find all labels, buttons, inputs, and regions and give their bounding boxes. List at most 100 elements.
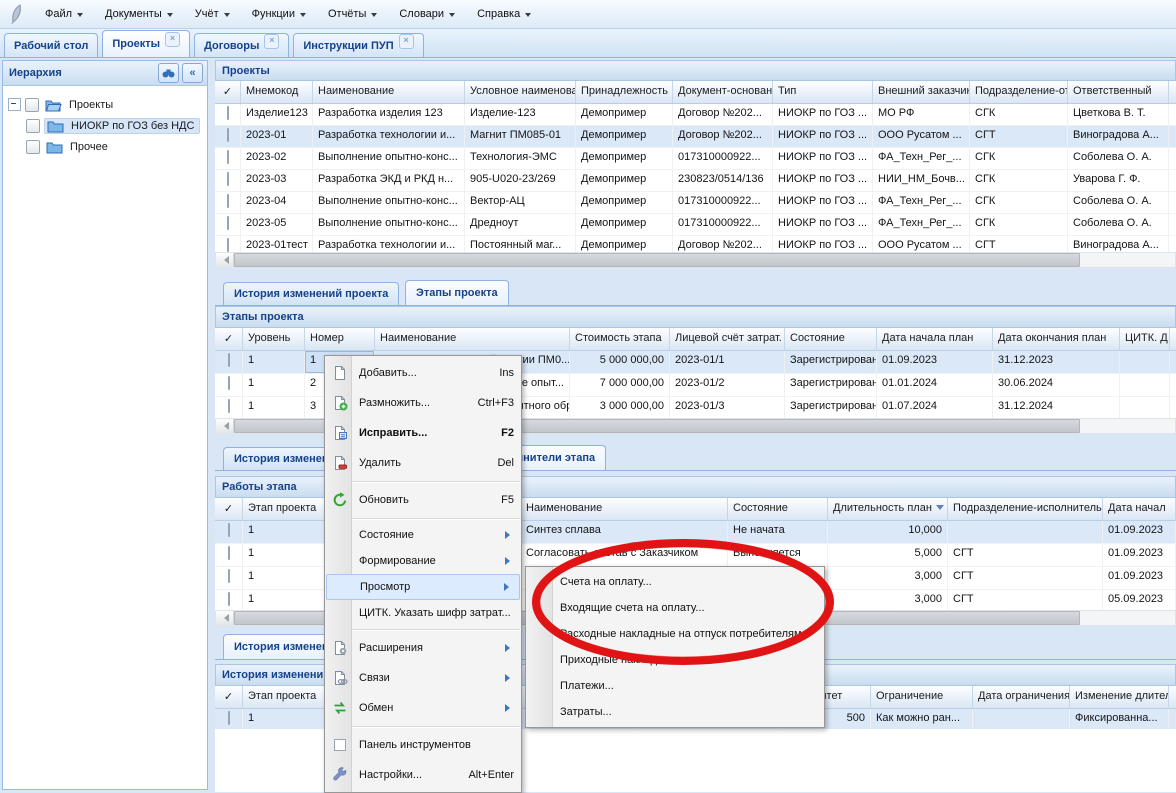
column-header[interactable]: Наименование [313, 81, 465, 103]
tabs-stages-tab-1[interactable]: Этапы проекта [405, 280, 509, 305]
row-checkbox[interactable] [228, 569, 230, 583]
menu-reports[interactable]: Отчёты [317, 5, 388, 23]
column-header[interactable]: Подразделение-исполнитель.. [948, 498, 1103, 520]
row-checkbox[interactable] [227, 106, 229, 120]
close-tab-icon[interactable]: × [264, 34, 279, 49]
close-tab-icon[interactable]: × [399, 34, 414, 49]
table-row[interactable]: 2023-04Выполнение опытно-конс...Вектор-А… [215, 192, 1176, 214]
select-all-header[interactable]: ✓ [215, 81, 241, 103]
table-row[interactable]: 2023-05Выполнение опытно-конс...Дредноут… [215, 214, 1176, 236]
row-checkbox[interactable] [228, 711, 230, 725]
tree-node-niokr[interactable]: НИОКР по ГОЗ без НДС [6, 115, 204, 136]
menu-item-9[interactable]: Просмотр [326, 574, 520, 600]
select-all-header[interactable]: ✓ [215, 328, 243, 350]
close-tab-icon[interactable]: × [165, 32, 180, 47]
projects-hscrollbar[interactable] [215, 252, 1176, 268]
table-row[interactable]: 2023-03Разработка ЭКД и РКД н...905-U020… [215, 170, 1176, 192]
scroll-left-button[interactable] [216, 611, 234, 625]
menu-accounting[interactable]: Учёт [184, 5, 241, 23]
doc-tab-2[interactable]: Договоры× [194, 33, 289, 57]
row-checkbox[interactable] [227, 216, 229, 230]
column-header[interactable]: ЦИТК. Д [1120, 328, 1170, 350]
column-header[interactable]: Изменение длител [1070, 686, 1169, 708]
menu-item-3[interactable]: Приходные накладные... [526, 647, 824, 673]
column-header[interactable]: Дата начала план [877, 328, 993, 350]
column-header[interactable]: Тип [773, 81, 873, 103]
collapse-panel-button[interactable]: « [182, 63, 203, 83]
menu-item-3[interactable]: УдалитьDel [325, 448, 521, 478]
table-row[interactable]: 2023-02Выполнение опытно-конс...Технолог… [215, 148, 1176, 170]
row-checkbox[interactable] [228, 376, 230, 390]
menu-dictionaries[interactable]: Словари [388, 5, 466, 23]
tree-node-projects[interactable]: Проекты [6, 94, 204, 115]
tree-node-other[interactable]: Прочее [6, 136, 204, 157]
menu-item-12[interactable]: Расширения [325, 633, 521, 663]
tree-checkbox[interactable] [25, 98, 39, 112]
row-checkbox[interactable] [228, 546, 230, 560]
row-checkbox[interactable] [227, 128, 229, 142]
column-header[interactable]: Дата ограничения [973, 686, 1070, 708]
search-button[interactable] [158, 63, 179, 83]
column-header[interactable]: Наименование [521, 498, 728, 520]
menu-item-0[interactable]: Счета на оплату... [526, 569, 824, 595]
menu-item-17[interactable]: Настройки...Alt+Enter [325, 760, 521, 790]
menu-item-13[interactable]: Связи [325, 663, 521, 693]
tabs-stages-tab-0[interactable]: История изменений проекта [223, 282, 399, 305]
menu-functions[interactable]: Функции [241, 5, 317, 23]
menu-help[interactable]: Справка [466, 5, 542, 23]
column-header[interactable]: Условное наименова [465, 81, 576, 103]
menu-item-4[interactable]: Платежи... [526, 673, 824, 699]
row-checkbox[interactable] [227, 172, 229, 186]
table-row[interactable]: 2023-01Разработка технологии и...Магнит … [215, 126, 1176, 148]
select-all-header[interactable]: ✓ [215, 686, 243, 708]
menu-item-14[interactable]: Обмен [325, 693, 521, 723]
row-checkbox[interactable] [228, 399, 230, 413]
menu-item-10[interactable]: ЦИТК. Указать шифр затрат... [325, 600, 521, 626]
row-checkbox[interactable] [227, 238, 229, 252]
column-header[interactable]: Этап проекта [243, 498, 333, 520]
menu-item-1[interactable]: Размножить...Ctrl+F3 [325, 388, 521, 418]
menu-documents[interactable]: Документы [94, 5, 184, 23]
tree-checkbox[interactable] [26, 119, 40, 133]
column-header[interactable]: Документ-основан [673, 81, 773, 103]
collapse-node-icon[interactable] [8, 98, 21, 111]
column-header[interactable]: Ограничение [871, 686, 973, 708]
column-header[interactable]: Дата окончания план [993, 328, 1120, 350]
column-header[interactable]: Подразделение-от [970, 81, 1068, 103]
column-header[interactable]: Наименование [375, 328, 570, 350]
column-header[interactable]: Стоимость этапа [570, 328, 670, 350]
menu-item-5[interactable]: ОбновитьF5 [325, 485, 521, 515]
column-header[interactable]: Номер [305, 328, 375, 350]
row-checkbox[interactable] [228, 353, 230, 367]
column-header[interactable]: Длительность план [828, 498, 948, 520]
menu-file[interactable]: Файл [34, 5, 94, 23]
scrollbar-thumb[interactable] [234, 253, 1080, 267]
column-header[interactable]: Мнемокод [241, 81, 313, 103]
menu-item-8[interactable]: Формирование [325, 548, 521, 574]
menu-item-2[interactable]: Исправить...F2 [325, 418, 521, 448]
row-checkbox[interactable] [227, 150, 229, 164]
table-row[interactable]: Изделие123Разработка изделия 123Изделие-… [215, 104, 1176, 126]
column-header[interactable]: Дата начал [1103, 498, 1176, 520]
row-checkbox[interactable] [228, 592, 230, 606]
column-header[interactable]: Состояние [785, 328, 877, 350]
column-header[interactable]: Этап проекта [243, 686, 333, 708]
menu-item-1[interactable]: Входящие счета на оплату... [526, 595, 824, 621]
select-all-header[interactable]: ✓ [215, 498, 243, 520]
row-checkbox[interactable] [227, 194, 229, 208]
menu-item-0[interactable]: Добавить...Ins [325, 358, 521, 388]
menu-item-7[interactable]: Состояние [325, 522, 521, 548]
scroll-left-button[interactable] [216, 253, 234, 267]
column-header[interactable]: Состояние [728, 498, 828, 520]
doc-tab-0[interactable]: Рабочий стол [4, 33, 98, 57]
column-header[interactable]: Лицевой счёт затрат. [670, 328, 785, 350]
scroll-left-button[interactable] [216, 419, 234, 433]
column-header[interactable]: Внешний заказчик [873, 81, 970, 103]
menu-item-5[interactable]: Затраты... [526, 699, 824, 725]
menu-item-16[interactable]: Панель инструментов [325, 730, 521, 760]
tree-checkbox[interactable] [26, 140, 40, 154]
column-header[interactable]: Принадлежность [576, 81, 673, 103]
column-header[interactable]: Уровень [243, 328, 305, 350]
menu-item-2[interactable]: Расходные накладные на отпуск потребител… [526, 621, 824, 647]
row-checkbox[interactable] [228, 523, 230, 537]
